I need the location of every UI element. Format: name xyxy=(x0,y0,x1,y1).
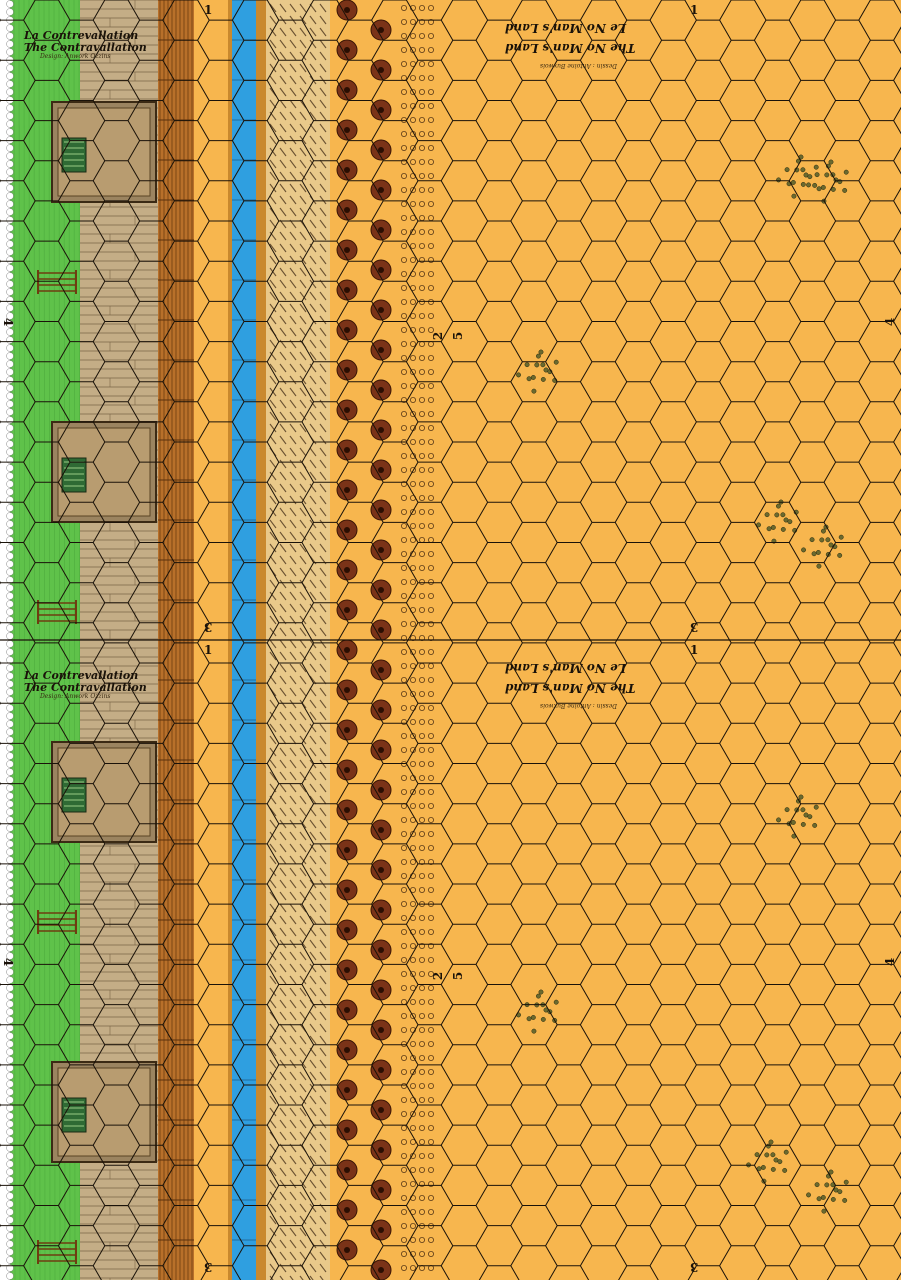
left-credit: Design: Anwork Ozzins xyxy=(40,53,111,60)
edge-number: 4 xyxy=(883,957,898,967)
edge-number: 4 xyxy=(1,957,16,967)
right-title-fr: Le No Man's Land xyxy=(505,21,627,35)
edge-number: 2 xyxy=(431,331,446,341)
right-title-fr: Le No Man's Land xyxy=(505,661,627,675)
left-credit: Design: Anwork Ozzins xyxy=(40,693,111,700)
edge-number: 4 xyxy=(883,317,898,327)
left-title-en: The Contravallation xyxy=(24,41,147,54)
edge-number: 1 xyxy=(690,3,699,17)
edge-number: 3 xyxy=(204,620,213,634)
right-credit: Dessin : Antoine Buxwois xyxy=(540,702,618,709)
edge-number: 2 xyxy=(431,971,446,981)
left-title-en: The Contravallation xyxy=(24,681,147,694)
map-terrain[interactable] xyxy=(0,0,901,1280)
edge-number: 1 xyxy=(204,643,213,657)
edge-number: 3 xyxy=(204,1260,213,1274)
edge-number: 3 xyxy=(690,1260,699,1274)
edge-number: 3 xyxy=(690,620,699,634)
tower[interactable] xyxy=(51,101,157,203)
left-title-fr: La Contrevallation xyxy=(24,29,139,42)
edge-number: 4 xyxy=(1,317,16,327)
edge-number: 5 xyxy=(451,331,466,341)
edge-number: 5 xyxy=(451,971,466,981)
right-title-en: The No Man's Land xyxy=(505,41,636,55)
tower[interactable] xyxy=(51,1061,157,1163)
game-map[interactable]: La Contrevallation The Contravallation D… xyxy=(0,0,901,1280)
right-title-en: The No Man's Land xyxy=(505,681,636,695)
edge-number: 1 xyxy=(204,3,213,17)
right-credit: Dessin : Antoine Buxwois xyxy=(540,62,618,69)
left-title-fr: La Contrevallation xyxy=(24,669,139,682)
edge-number: 1 xyxy=(690,643,699,657)
